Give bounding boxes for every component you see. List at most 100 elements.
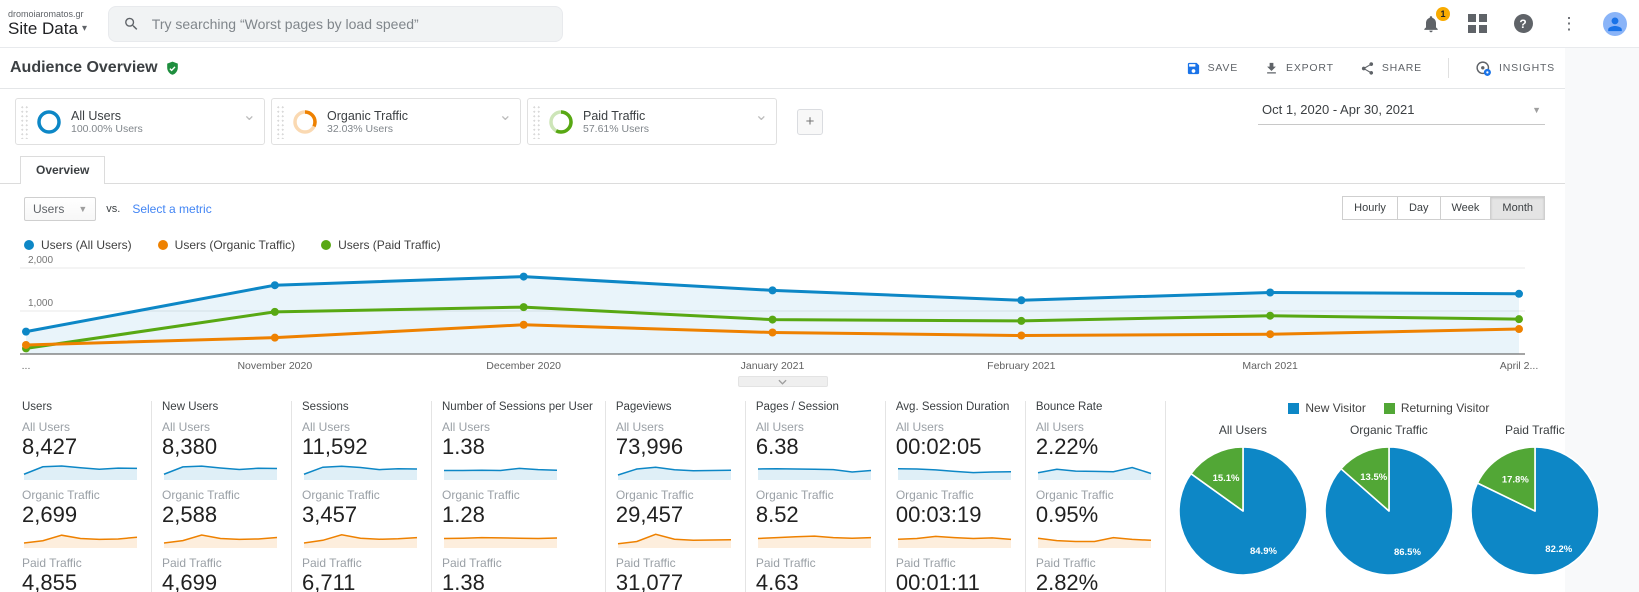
- legend-item: Users (Organic Traffic): [157, 238, 296, 252]
- scorecard-value: 11,592: [302, 434, 368, 459]
- scorecard-segment-label: Paid Traffic: [895, 556, 956, 570]
- sparkline-chart: [443, 536, 558, 548]
- share-icon: [1361, 61, 1373, 75]
- chevron-down-icon[interactable]: ⌄: [499, 105, 512, 125]
- insights-button[interactable]: INSIGHTS: [1475, 60, 1555, 77]
- scorecard-row: All Users 8,380: [162, 420, 279, 481]
- scorecard-value: 73,996: [615, 434, 684, 459]
- scorecard-row: Paid Traffic 2.82%: [1036, 556, 1153, 592]
- notifications-button[interactable]: 1: [1419, 6, 1450, 36]
- toolbar-divider: [1448, 58, 1449, 78]
- segment-chip[interactable]: Paid Traffic 57.61% Users ⌄: [527, 98, 777, 145]
- scorecard: Bounce Rate All Users 2.22% Organic Traffic…: [1034, 401, 1166, 592]
- sparkline-chart: [303, 533, 418, 548]
- scorecard-row: Paid Traffic 6,711: [302, 556, 419, 592]
- search-icon: [125, 17, 138, 30]
- search-bar[interactable]: [108, 5, 563, 42]
- drag-handle-icon[interactable]: [20, 104, 29, 139]
- scorecard-row: Paid Traffic 1.38: [442, 556, 593, 592]
- select-metric-link[interactable]: Select a metric: [132, 202, 211, 216]
- drag-handle-icon[interactable]: [532, 104, 541, 139]
- segment-name: All Users: [71, 108, 122, 123]
- segment-chip[interactable]: Organic Traffic 32.03% Users ⌄: [271, 98, 521, 145]
- scorecard-row: Paid Traffic 4.63: [756, 556, 873, 592]
- scorecard-value: 6,711: [302, 570, 356, 592]
- visitor-pies: All Users 84.9% 15.1% Organic Traffic 86.5% 1…: [1166, 423, 1612, 583]
- segment-donut-icon: [37, 109, 61, 134]
- property-selector[interactable]: dromoiaromatos.gr Site Data ▾: [8, 9, 94, 39]
- granularity-day-button[interactable]: Day: [1396, 196, 1441, 220]
- scorecard-row: Organic Traffic 00:03:19: [896, 488, 1013, 549]
- scorecard-row: All Users 8,427: [22, 420, 139, 481]
- help-button[interactable]: ?: [1511, 12, 1535, 36]
- export-button[interactable]: EXPORT: [1264, 61, 1334, 76]
- x-axis-label: February 2021: [987, 360, 1056, 372]
- date-range-selector[interactable]: Oct 1, 2020 - Apr 30, 2021 ▼: [1258, 102, 1545, 125]
- scorecard-value: 8,427: [22, 434, 78, 459]
- legend-label: Users (Organic Traffic): [174, 238, 296, 252]
- scorecard-title: Pages / Session: [755, 401, 839, 413]
- explorer-panel: Users ▼ vs. Select a metric Hourly Day Wee…: [0, 184, 1565, 387]
- date-range-text: Oct 1, 2020 - Apr 30, 2021: [1262, 102, 1415, 117]
- report-toolbar: Audience Overview SAVE EXPORT SHARE INSI…: [0, 48, 1565, 89]
- granularity-month-button[interactable]: Month: [1490, 196, 1545, 220]
- share-button[interactable]: SHARE: [1360, 61, 1422, 76]
- chevron-down-icon[interactable]: ⌄: [755, 105, 768, 125]
- scorecard-segment-label: All Users: [1035, 420, 1084, 434]
- scorecard-row: All Users 00:02:05: [896, 420, 1013, 481]
- segments-row: All Users 100.00% Users ⌄ Organic Traffic 32…: [0, 89, 1565, 156]
- chart-expander-button[interactable]: [737, 376, 828, 387]
- vs-label: vs.: [106, 203, 121, 215]
- legend-label: New Visitor: [1305, 401, 1366, 415]
- scorecard-segment-label: Paid Traffic: [22, 556, 82, 570]
- segment-chip[interactable]: All Users 100.00% Users ⌄: [15, 98, 265, 145]
- add-segment-button[interactable]: +: [797, 108, 823, 135]
- scorecard-segment-label: Paid Traffic: [162, 556, 222, 570]
- pie-slice-label: 86.5%: [1394, 547, 1421, 558]
- pie-slice-label: 17.8%: [1502, 475, 1529, 486]
- chevron-down-icon[interactable]: ⌄: [243, 105, 256, 125]
- sparkline-chart: [1037, 536, 1151, 548]
- scorecard-title: Sessions: [302, 401, 349, 413]
- legend-label: Users (Paid Traffic): [338, 238, 441, 252]
- segment-name: Paid Traffic: [583, 108, 646, 123]
- save-button[interactable]: SAVE: [1186, 61, 1238, 76]
- scorecard-segment-label: Organic Traffic: [162, 488, 240, 502]
- sparkline-chart: [303, 465, 418, 480]
- pie-chart-block: All Users 84.9% 15.1%: [1170, 423, 1316, 583]
- scorecard-value: 2,588: [162, 502, 218, 527]
- scorecard-value: 6.38: [755, 434, 799, 459]
- granularity-week-button[interactable]: Week: [1439, 196, 1492, 220]
- scorecard-title: Pageviews: [615, 401, 672, 413]
- granularity-hourly-button[interactable]: Hourly: [1342, 196, 1398, 220]
- scorecard-row: Organic Traffic 3,457: [302, 488, 419, 549]
- visitor-legend-item: Returning Visitor: [1383, 401, 1489, 415]
- scorecard-value: 2.22%: [1035, 434, 1099, 459]
- scorecard: Number of Sessions per User All Users 1.38…: [440, 401, 606, 592]
- segment-percent: 100.00% Users: [71, 122, 143, 135]
- apps-button[interactable]: [1465, 12, 1489, 36]
- segment-donut-icon: [549, 109, 573, 134]
- help-icon: ?: [1513, 14, 1533, 33]
- sparkline-chart: [23, 465, 138, 480]
- more-options-button[interactable]: ⋮: [1557, 12, 1581, 36]
- scorecard-segment-label: Organic Traffic: [1035, 488, 1114, 502]
- user-avatar[interactable]: [1603, 11, 1627, 36]
- sparkline-chart: [757, 535, 871, 548]
- pie-slice-label: 82.2%: [1545, 544, 1572, 555]
- x-axis-label: January 2021: [740, 360, 805, 372]
- sparkline-chart: [897, 467, 1011, 480]
- search-input[interactable]: [151, 15, 548, 32]
- scorecard-row: Paid Traffic 00:01:11: [896, 556, 1013, 592]
- scorecard-value: 4.63: [755, 570, 799, 592]
- tab-overview[interactable]: Overview: [20, 156, 106, 184]
- drag-handle-icon[interactable]: [276, 104, 285, 139]
- summary-section: Users All Users 8,427 Organic Traffic 2,699 P…: [0, 387, 1600, 592]
- sparkline-chart: [1037, 466, 1152, 480]
- scorecard-segment-label: Organic Traffic: [755, 488, 834, 502]
- metric-selector[interactable]: Users ▼: [24, 197, 97, 221]
- scorecard: Avg. Session Duration All Users 00:02:05 Or…: [894, 401, 1026, 592]
- scorecard-segment-label: Organic Traffic: [22, 488, 100, 502]
- save-icon: [1187, 62, 1199, 74]
- sparkline-chart: [163, 465, 278, 480]
